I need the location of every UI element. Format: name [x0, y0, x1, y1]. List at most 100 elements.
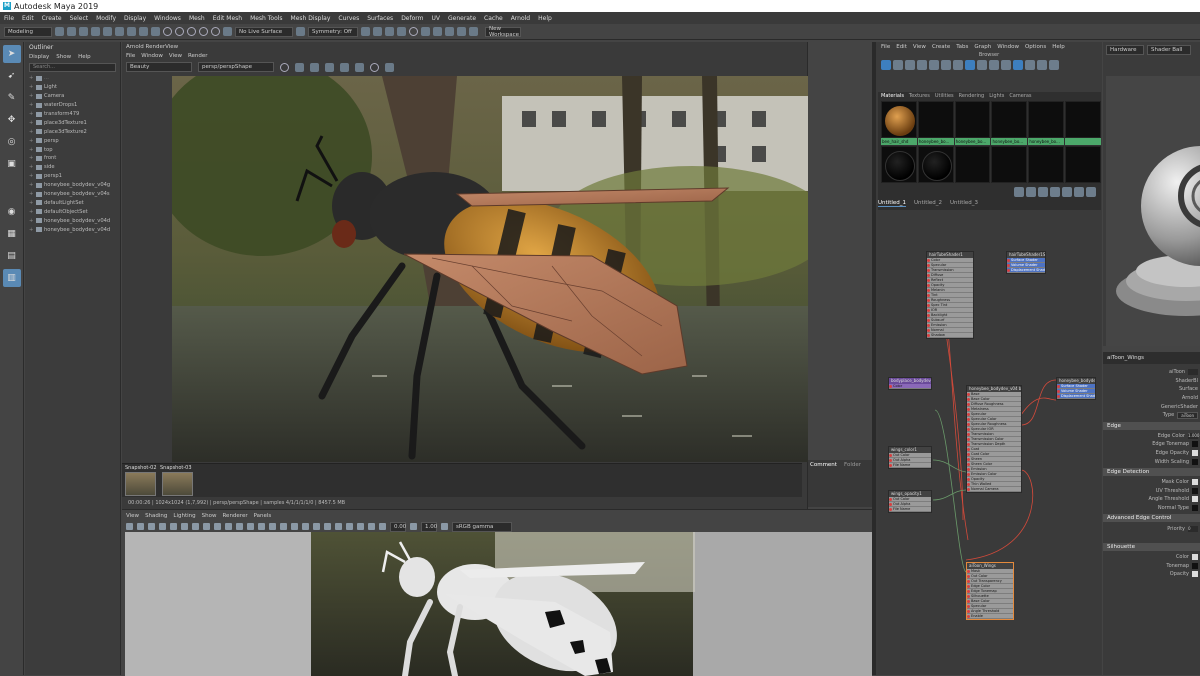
snap-grid-icon[interactable]: [163, 27, 172, 36]
hs-menu-graph[interactable]: Graph: [974, 44, 991, 50]
node-hair-tube-shader[interactable]: hairTubeShader1 Color Specular Transmissio…: [926, 251, 974, 339]
arnold-render-icon[interactable]: [409, 27, 418, 36]
rv-menu-render[interactable]: Render: [188, 53, 208, 59]
lock-selection-icon[interactable]: [139, 27, 148, 36]
tab-cameras[interactable]: Cameras: [1009, 93, 1031, 99]
hs-menu-window[interactable]: Window: [997, 44, 1019, 50]
node-bee-wings-standard-surface[interactable]: honeybee_bodydev_v04 bee_Wings BaseBase …: [966, 385, 1022, 493]
smooth-shade-icon[interactable]: [247, 523, 254, 530]
ipr-render-icon[interactable]: [373, 27, 382, 36]
expand-icon[interactable]: +: [29, 227, 34, 233]
attribute-control[interactable]: [1192, 487, 1198, 494]
outliner-menu-help[interactable]: Help: [78, 54, 91, 60]
hs-menu-create[interactable]: Create: [932, 44, 950, 50]
menu-display[interactable]: Display: [124, 15, 146, 22]
node-attribute-port[interactable]: File Name: [889, 507, 931, 512]
simple-mode-icon[interactable]: [989, 60, 999, 70]
outliner-item[interactable]: + honeybee_bodydev_v04d: [25, 216, 120, 225]
channel-box-icon[interactable]: [457, 27, 466, 36]
expand-icon[interactable]: +: [29, 173, 34, 179]
expand-icon[interactable]: +: [29, 147, 34, 153]
textured-icon[interactable]: [269, 523, 276, 530]
snap-curve-icon[interactable]: [175, 27, 184, 36]
snapshot-icon[interactable]: [355, 62, 364, 72]
browser-search-icon[interactable]: [1074, 187, 1084, 197]
backface-culling-icon[interactable]: [368, 523, 375, 530]
node-attribute-port[interactable]: Shadow: [927, 333, 973, 338]
attribute-control[interactable]: [1192, 562, 1198, 569]
vp-menu-lighting[interactable]: Lighting: [173, 513, 195, 519]
symmetry-icon[interactable]: [296, 27, 305, 36]
outliner-item[interactable]: + defaultLightSet: [25, 198, 120, 207]
expand-icon[interactable]: +: [29, 155, 34, 161]
menu-cache[interactable]: Cache: [484, 15, 503, 22]
material-swatch[interactable]: [1028, 101, 1065, 138]
ipr-icon[interactable]: [370, 62, 379, 72]
grid-toggle-icon[interactable]: [170, 523, 177, 530]
image-plane-icon[interactable]: [159, 523, 166, 530]
section-advanced-edge-control[interactable]: Advanced Edge Control: [1103, 514, 1200, 523]
outliner-item[interactable]: + place3dTexture2: [25, 127, 120, 136]
outliner-item[interactable]: +...: [25, 74, 120, 83]
highlight-selection-icon[interactable]: [151, 27, 160, 36]
tab-untitled-2[interactable]: Untitled_2: [914, 200, 942, 207]
vp-menu-panels[interactable]: Panels: [254, 513, 272, 519]
material-swatch[interactable]: [1028, 146, 1065, 183]
expand-icon[interactable]: +: [29, 111, 34, 117]
rv-menu-window[interactable]: Window: [141, 53, 163, 59]
outliner-item[interactable]: + persp1: [25, 172, 120, 181]
full-mode-icon[interactable]: [1013, 60, 1023, 70]
material-swatch[interactable]: [1065, 146, 1101, 183]
expand-icon[interactable]: +: [29, 102, 34, 108]
material-swatch[interactable]: [917, 101, 954, 138]
isolate-select-icon[interactable]: [335, 523, 342, 530]
select-object-icon[interactable]: [115, 27, 124, 36]
node-attribute-port[interactable]: Color: [889, 384, 931, 389]
redo-icon[interactable]: [91, 27, 100, 36]
output-connections-icon[interactable]: [905, 60, 915, 70]
bookmark-icon[interactable]: [148, 523, 155, 530]
expand-icon[interactable]: +: [29, 164, 34, 170]
remove-selected-icon[interactable]: [953, 60, 963, 70]
browser-option-icon[interactable]: [1026, 187, 1036, 197]
expand-icon[interactable]: +: [29, 209, 34, 215]
history-icon[interactable]: [223, 27, 232, 36]
node-attribute-port[interactable]: Enable: [967, 614, 1013, 619]
rgb-channel-icon[interactable]: [325, 62, 334, 72]
tab-untitled-3[interactable]: Untitled_3: [950, 200, 978, 207]
menu-uv[interactable]: UV: [432, 15, 441, 22]
expand-icon[interactable]: +: [29, 200, 34, 206]
attribute-control[interactable]: [1192, 479, 1198, 486]
section-edge[interactable]: Edge: [1103, 421, 1200, 430]
symmetry-dropdown[interactable]: Symmetry: Off: [308, 26, 358, 37]
node-hair-tube-sg[interactable]: hairTubeShader1SG Surface Shader Volume S…: [1006, 251, 1046, 274]
hs-menu-tabs[interactable]: Tabs: [956, 44, 968, 50]
viewport-scene[interactable]: [125, 532, 872, 676]
outliner-search-input[interactable]: Search...: [29, 63, 116, 72]
menu-deform[interactable]: Deform: [401, 15, 423, 22]
menu-help[interactable]: Help: [538, 15, 552, 22]
crop-icon[interactable]: [295, 62, 304, 72]
hs-menu-edit[interactable]: Edit: [896, 44, 907, 50]
tab-folder[interactable]: Folder: [844, 462, 861, 468]
node-attribute-port[interactable]: File Name: [889, 463, 931, 468]
aov-dropdown[interactable]: Beauty: [126, 62, 192, 72]
menu-surfaces[interactable]: Surfaces: [367, 15, 393, 22]
type-dropdown[interactable]: aiToon: [1177, 411, 1198, 419]
make-live-icon[interactable]: [211, 27, 220, 36]
attribute-control[interactable]: [1192, 458, 1198, 465]
menu-generate[interactable]: Generate: [448, 15, 476, 22]
undo-icon[interactable]: [79, 27, 88, 36]
node-attribute-port[interactable]: Displacement Shader: [1007, 268, 1045, 273]
gamma-icon[interactable]: [410, 523, 417, 530]
outliner-item[interactable]: + honeybee_bodydev_v04g: [25, 181, 120, 190]
exposure-icon[interactable]: [379, 523, 386, 530]
select-tool-icon[interactable]: ➤: [2, 45, 21, 63]
gamma-field[interactable]: 1.00: [421, 521, 437, 532]
expand-icon[interactable]: +: [29, 84, 34, 90]
menu-file[interactable]: File: [4, 15, 14, 22]
outliner-item[interactable]: + persp: [25, 136, 120, 145]
frame-all-icon[interactable]: [965, 60, 975, 70]
default-material-icon[interactable]: [258, 523, 265, 530]
browser-option-icon[interactable]: [1050, 187, 1060, 197]
